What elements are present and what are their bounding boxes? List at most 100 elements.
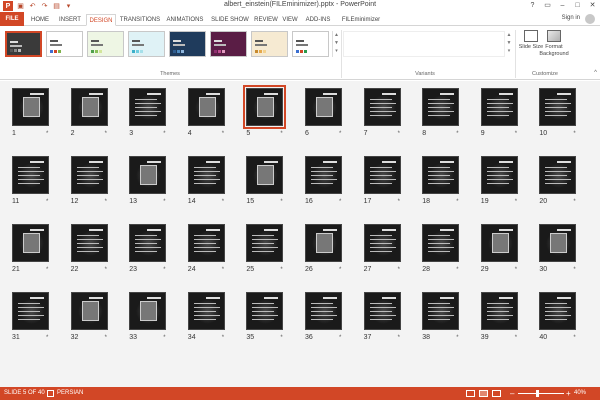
slide-thumbnail[interactable] — [363, 224, 401, 262]
slide-transition-indicator[interactable]: * — [163, 335, 165, 341]
slide-thumbnail[interactable] — [539, 292, 577, 330]
slide-thumbnail[interactable] — [129, 292, 167, 330]
slide-thumbnail[interactable] — [187, 88, 225, 126]
minimize-icon[interactable]: – — [557, 0, 568, 11]
slide-thumbnail[interactable] — [539, 156, 577, 194]
slide-transition-indicator[interactable]: * — [573, 199, 575, 205]
slide-transition-indicator[interactable]: * — [339, 199, 341, 205]
tab-animations[interactable]: ANIMATIONS — [164, 14, 206, 26]
slide-transition-indicator[interactable]: * — [398, 267, 400, 273]
tab-add-ins[interactable]: ADD-INS — [302, 14, 334, 26]
slide-thumbnail[interactable] — [305, 88, 342, 126]
slide-transition-indicator[interactable]: * — [222, 335, 224, 341]
slide-thumbnail[interactable] — [129, 224, 167, 262]
variants-scroll[interactable]: ▲ ▼ ▾ — [505, 31, 513, 57]
slide-transition-indicator[interactable]: * — [573, 335, 575, 341]
slide-thumbnail[interactable] — [422, 156, 460, 194]
slide-transition-indicator[interactable]: * — [456, 335, 458, 341]
slide-thumbnail[interactable] — [187, 292, 225, 330]
collapse-ribbon-icon[interactable]: ^ — [594, 70, 597, 76]
tab-design[interactable]: DESIGN — [86, 14, 116, 26]
slide-transition-indicator[interactable]: * — [163, 199, 165, 205]
slide-transition-indicator[interactable]: * — [398, 131, 400, 137]
slide-transition-indicator[interactable]: * — [398, 199, 400, 205]
slide-transition-indicator[interactable]: * — [573, 131, 575, 137]
slide-transition-indicator[interactable]: * — [222, 199, 224, 205]
slide-transition-indicator[interactable]: * — [222, 131, 224, 137]
slide-thumbnail[interactable] — [539, 224, 577, 262]
slide-thumbnail[interactable] — [305, 224, 342, 262]
zoom-level[interactable]: 40% — [574, 387, 586, 400]
slide-thumbnail[interactable] — [187, 156, 225, 194]
tab-slide-show[interactable]: SLIDE SHOW — [209, 14, 251, 26]
slide-transition-indicator[interactable]: * — [515, 131, 517, 137]
slide-thumbnail[interactable] — [363, 156, 401, 194]
theme-thumbnail[interactable] — [128, 31, 165, 57]
variants-gallery[interactable] — [343, 31, 505, 57]
slide-transition-indicator[interactable]: * — [456, 267, 458, 273]
slide-transition-indicator[interactable]: * — [222, 267, 224, 273]
slide-transition-indicator[interactable]: * — [280, 199, 282, 205]
theme-thumbnail[interactable] — [5, 31, 42, 57]
close-icon[interactable]: ✕ — [587, 0, 598, 11]
slide-transition-indicator[interactable]: * — [456, 199, 458, 205]
user-icon[interactable] — [585, 14, 595, 24]
tab-insert[interactable]: INSERT — [56, 14, 84, 26]
sign-in-link[interactable]: Sign in — [562, 15, 580, 21]
theme-thumbnail[interactable] — [169, 31, 206, 57]
reading-view-icon[interactable] — [492, 390, 501, 397]
slide-thumbnail[interactable] — [246, 224, 284, 262]
slide-thumbnail[interactable] — [480, 292, 518, 330]
slide-thumbnail[interactable] — [70, 224, 108, 262]
slide-transition-indicator[interactable]: * — [573, 267, 575, 273]
slide-thumbnail[interactable] — [422, 292, 460, 330]
tab-view[interactable]: VIEW — [281, 14, 299, 26]
slide-transition-indicator[interactable]: * — [46, 335, 48, 341]
slide-transition-indicator[interactable]: * — [339, 267, 341, 273]
slide-sorter-view-icon[interactable] — [479, 390, 488, 397]
slide-transition-indicator[interactable]: * — [339, 131, 341, 137]
slide-transition-indicator[interactable]: * — [46, 267, 48, 273]
zoom-in-button[interactable]: + — [566, 387, 571, 400]
slide-thumbnail[interactable] — [243, 85, 287, 129]
slide-transition-indicator[interactable]: * — [105, 335, 107, 341]
zoom-out-button[interactable]: – — [510, 387, 514, 400]
slide-thumbnail[interactable] — [12, 224, 49, 262]
slide-transition-indicator[interactable]: * — [163, 267, 165, 273]
zoom-slider-thumb[interactable] — [536, 390, 540, 397]
slide-transition-indicator[interactable]: * — [46, 131, 48, 137]
slide-thumbnail[interactable] — [12, 292, 49, 330]
help-icon[interactable]: ? — [527, 0, 538, 11]
slide-thumbnail[interactable] — [422, 224, 460, 262]
slide-transition-indicator[interactable]: * — [280, 335, 282, 341]
slide-thumbnail[interactable] — [70, 88, 108, 126]
theme-thumbnail[interactable] — [251, 31, 288, 57]
slide-thumbnail[interactable] — [480, 156, 518, 194]
tab-transitions[interactable]: TRANSITIONS — [119, 14, 161, 26]
normal-view-icon[interactable] — [466, 390, 475, 397]
slide-thumbnail[interactable] — [305, 292, 342, 330]
theme-thumbnail[interactable] — [87, 31, 124, 57]
zoom-slider[interactable] — [518, 393, 564, 394]
slide-thumbnail[interactable] — [480, 88, 518, 126]
slide-thumbnail[interactable] — [480, 224, 518, 262]
tab-fileminimizer[interactable]: FILEminimizer — [338, 14, 384, 26]
slide-transition-indicator[interactable]: * — [163, 131, 165, 137]
format-background-button[interactable]: Format Background — [537, 30, 571, 68]
slide-thumbnail[interactable] — [70, 292, 108, 330]
language-indicator[interactable]: PERSIAN — [57, 387, 83, 400]
slide-thumbnail[interactable] — [305, 156, 342, 194]
ribbon-display-icon[interactable]: ▭ — [542, 0, 553, 11]
slide-transition-indicator[interactable]: * — [515, 335, 517, 341]
slide-transition-indicator[interactable]: * — [105, 199, 107, 205]
theme-thumbnail[interactable] — [210, 31, 247, 57]
slide-transition-indicator[interactable]: * — [456, 131, 458, 137]
theme-thumbnail[interactable] — [46, 31, 83, 57]
themes-scroll[interactable]: ▲ ▼ ▾ — [332, 31, 340, 57]
slide-thumbnail[interactable] — [363, 88, 401, 126]
tab-file[interactable]: FILE — [0, 12, 24, 26]
maximize-icon[interactable]: □ — [572, 0, 583, 11]
slide-thumbnail[interactable] — [70, 156, 108, 194]
slide-thumbnail[interactable] — [12, 156, 49, 194]
slide-thumbnail[interactable] — [129, 156, 167, 194]
